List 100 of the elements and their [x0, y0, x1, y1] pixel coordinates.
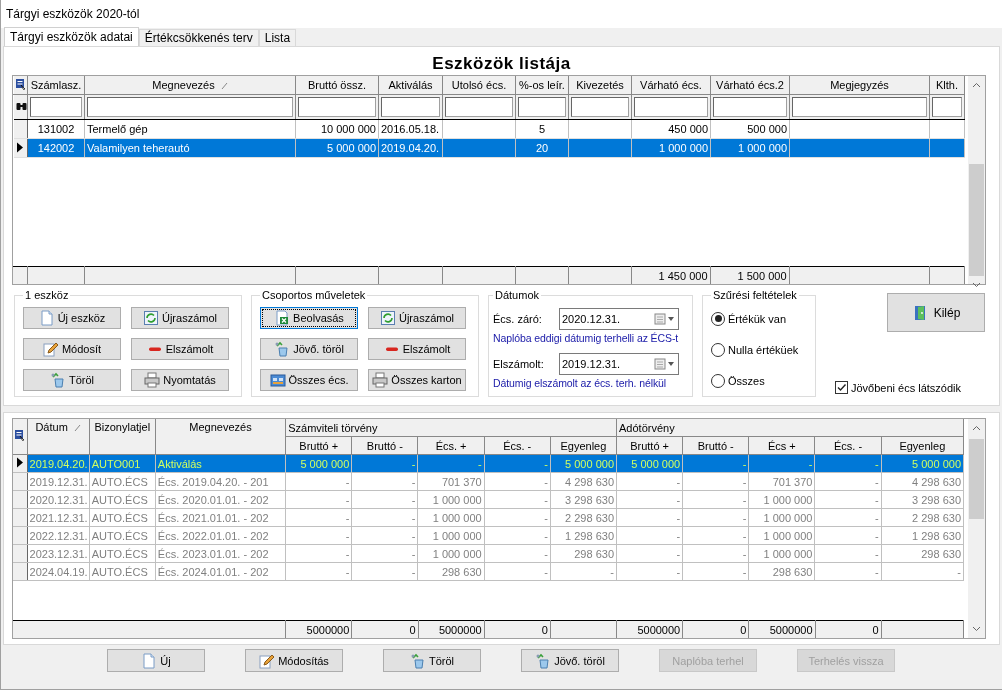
table-row[interactable]: 2019.04.20. AUTO001 Aktiválás 5 000 000 - - - 5 000 000 5 000 000 - - - 5 000 000 [13, 454, 964, 473]
scrollbar[interactable] [968, 419, 985, 638]
column-header[interactable]: %-os leír. [515, 76, 569, 95]
table-row[interactable]: 2022.12.31. AUTO.ÉCS Écs. 2022.01.01. - 202 - - 1 000 000 - 1 298 630 - - 1 000 000 - 1 298 630 [13, 526, 964, 545]
column-header[interactable]: Klth. [929, 76, 965, 95]
action-button[interactable]: Beolvasás [260, 307, 358, 329]
column-header[interactable]: Megnevezés [84, 76, 296, 95]
radio-option[interactable]: Összes [711, 365, 807, 396]
action-button[interactable]: Töröl [383, 649, 481, 672]
tab[interactable]: Értékcsökkenés terv [138, 29, 259, 46]
calendar-dropdown-icon[interactable] [654, 358, 676, 370]
table-cell: 1 000 000 [432, 529, 482, 542]
tab[interactable]: Tárgyi eszközök adatai [4, 27, 139, 46]
action-button[interactable]: Jövő. töröl [521, 649, 619, 672]
column-header[interactable]: Bruttó össz. [295, 76, 379, 95]
filter-field[interactable] [932, 97, 962, 117]
total-cell: 0 [409, 623, 416, 636]
action-button[interactable]: Újraszámol [368, 307, 466, 329]
action-button[interactable]: Módosít [23, 338, 121, 360]
total-cell: 5000000 [306, 623, 350, 636]
action-button[interactable]: Új eszköz [23, 307, 121, 329]
action-button[interactable]: Nyomtatás [131, 369, 229, 391]
table-cell: - [742, 457, 747, 470]
table-cell: - [808, 457, 813, 470]
table-cell: 500 000 [747, 123, 787, 135]
table-row[interactable]: 2019.12.31. AUTO.ÉCS Écs. 2019.04.20. - 201 - - 701 370 - 4 298 630 - - 701 370 - 4 298 630 [13, 472, 964, 491]
table-cell: - [957, 565, 961, 578]
filter-field[interactable] [634, 97, 708, 117]
column-header[interactable]: Bizonylatjel [89, 419, 156, 455]
filter-field[interactable] [792, 97, 927, 117]
filter-field[interactable] [571, 97, 629, 117]
action-button[interactable]: Módosítás [245, 649, 343, 672]
table-row[interactable]: 2024.04.19. AUTO.ÉCS Écs. 2024.01.01. - 202 - - 298 630 - - - - 298 630 - - [13, 562, 964, 581]
column-header[interactable]: Kivezetés [568, 76, 632, 95]
filter-field[interactable] [381, 97, 440, 117]
calendar-dropdown-icon[interactable] [654, 313, 676, 325]
table-row[interactable]: 2021.12.31. AUTO.ÉCS Écs. 2021.01.01. - 202 - - 1 000 000 - 2 298 630 - - 1 000 000 - 2 298 630 [13, 508, 964, 527]
group-title: 1 eszköz [24, 289, 70, 301]
column-header[interactable]: Megnevezés [155, 419, 286, 455]
bin-icon [535, 652, 552, 669]
scroll-up-icon[interactable] [972, 82, 981, 88]
column-header[interactable]: Utolsó écs. [442, 76, 516, 95]
filter-field[interactable] [445, 97, 513, 117]
checkbox[interactable]: Jövőbeni écs látszódik [834, 381, 961, 394]
column-chooser-icon[interactable] [15, 77, 26, 91]
column-header[interactable]: Dátum [27, 419, 90, 455]
table-cell: 2 298 630 [565, 511, 614, 524]
filter-field[interactable] [713, 97, 787, 117]
table-row[interactable]: 131002 Termelő gép 10 000 000 2016.05.18. 5 450 000 500 000 [13, 119, 965, 139]
table-cell: Écs. 2020.01.01. - 202 [157, 493, 269, 506]
column-header[interactable]: Aktiválás [378, 76, 443, 95]
date-field[interactable]: 2019.12.31. [559, 353, 679, 375]
scrollbar[interactable] [968, 76, 985, 284]
filter-field[interactable] [87, 97, 293, 117]
exit-button[interactable]: Kilép [887, 293, 985, 332]
table-cell: 20 [535, 142, 549, 154]
action-button[interactable]: Elszámolt [131, 338, 229, 360]
action-button[interactable]: Újraszámol [131, 307, 229, 329]
column-chooser-icon[interactable] [14, 429, 26, 442]
column-header[interactable]: Számlasz. [27, 76, 85, 95]
action-button[interactable]: Összes écs. [260, 369, 358, 391]
table-cell: Écs. 2024.01.01. - 202 [157, 565, 269, 578]
table-cell: - [742, 493, 747, 506]
table-cell: 1 000 000 [763, 511, 813, 524]
column-header[interactable]: Várható écs. [631, 76, 711, 95]
window-title: Tárgyi eszközök 2020-tól [6, 7, 140, 21]
column-header[interactable]: Várható écs.2 [710, 76, 790, 95]
filter-field[interactable] [30, 97, 82, 117]
action-button[interactable]: Elszámolt [368, 338, 466, 360]
table-cell: - [676, 529, 681, 542]
table-cell: - [411, 457, 416, 470]
date-field[interactable]: 2020.12.31. [559, 308, 679, 330]
table-cell: 450 000 [668, 123, 708, 135]
action-button[interactable]: Új [107, 649, 205, 672]
table-cell: 10 000 000 [320, 123, 376, 135]
filter-field[interactable] [298, 97, 376, 117]
total-cell: 0 [872, 623, 879, 636]
action-button[interactable]: Összes karton [368, 369, 466, 391]
calendar-icon [269, 372, 286, 388]
refresh-icon [143, 310, 159, 326]
action-button[interactable]: Jövő. töröl [260, 338, 358, 360]
column-header[interactable]: Megjegyzés [789, 76, 930, 95]
table-row[interactable]: 142002 Valamilyen teherautó 5 000 000 2019.04.20. 20 1 000 000 1 000 000 [13, 138, 965, 158]
radio-option[interactable]: Nulla értéküek [711, 334, 807, 365]
table-cell: - [742, 547, 747, 560]
table-cell: - [411, 565, 416, 578]
table-cell: - [411, 529, 416, 542]
scroll-down-icon[interactable] [972, 282, 981, 288]
table-row[interactable]: 2023.12.31. AUTO.ÉCS Écs. 2023.01.01. - 202 - - 1 000 000 - 298 630 - - 1 000 000 - 298 630 [13, 544, 964, 563]
tab[interactable]: Lista [258, 29, 297, 46]
table-cell: 701 370 [441, 475, 482, 488]
table-cell: AUTO001 [91, 457, 141, 470]
filter-field[interactable] [518, 97, 566, 117]
sort-icon [73, 424, 81, 433]
action-button[interactable]: Töröl [23, 369, 121, 391]
table-cell: - [411, 475, 416, 488]
table-row[interactable]: 2020.12.31. AUTO.ÉCS Écs. 2020.01.01. - 202 - - 1 000 000 - 3 298 630 - - 1 000 000 - 3 298 630 [13, 490, 964, 509]
radio-option[interactable]: Értékük van [711, 303, 807, 334]
scroll-down-icon[interactable] [972, 626, 981, 632]
scroll-up-icon[interactable] [972, 425, 981, 431]
